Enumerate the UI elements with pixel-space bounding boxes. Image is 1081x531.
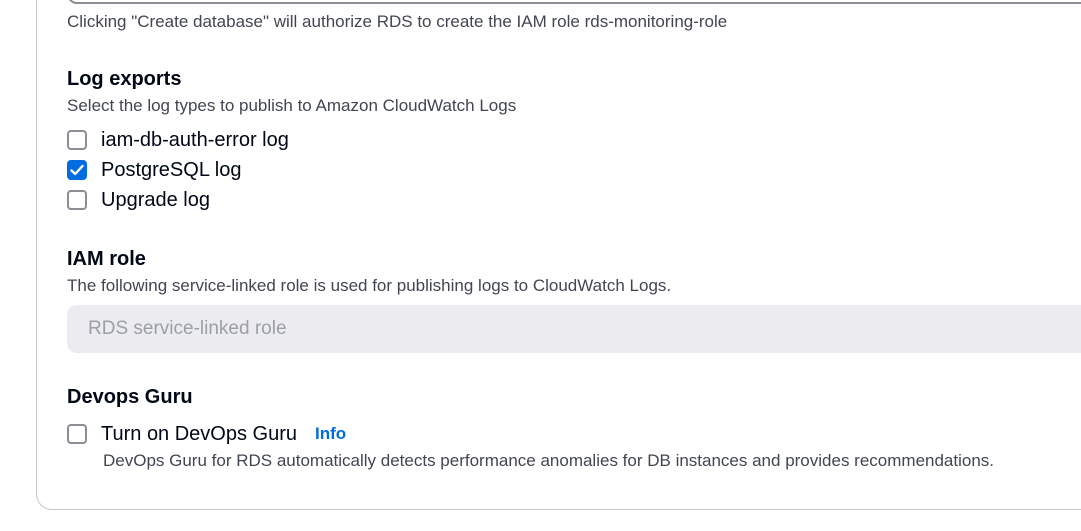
- log-option-iam-db-auth-error[interactable]: iam-db-auth-error log: [67, 128, 289, 152]
- iam-role-description: The following service-linked role is use…: [67, 276, 672, 295]
- devops-guru-description: DevOps Guru for RDS automatically detect…: [103, 451, 995, 470]
- devops-guru-title: Devops Guru: [67, 386, 193, 408]
- log-exports-description: Select the log types to publish to Amazo…: [67, 96, 517, 115]
- log-option-upgrade[interactable]: Upgrade log: [67, 188, 210, 212]
- devops-guru-option[interactable]: Turn on DevOps Guru Info: [67, 422, 346, 446]
- iam-db-auth-error-label: iam-db-auth-error log: [101, 128, 289, 151]
- postgresql-log-label: PostgreSQL log: [101, 158, 242, 181]
- previous-field-input[interactable]: [67, 0, 1081, 4]
- iam-role-placeholder: RDS service-linked role: [88, 318, 287, 339]
- check-icon: [70, 164, 84, 176]
- devops-guru-label: Turn on DevOps Guru: [101, 422, 298, 445]
- postgresql-log-checkbox[interactable]: [67, 160, 87, 180]
- iam-role-title: IAM role: [67, 248, 146, 270]
- log-option-postgresql[interactable]: PostgreSQL log: [67, 158, 241, 182]
- devops-guru-info-link[interactable]: Info: [315, 424, 346, 444]
- upgrade-log-checkbox[interactable]: [67, 190, 87, 210]
- devops-guru-checkbox[interactable]: [67, 424, 87, 444]
- log-exports-title: Log exports: [67, 68, 182, 90]
- monitoring-role-helper-text: Clicking "Create database" will authoriz…: [67, 12, 728, 31]
- iam-role-input: RDS service-linked role: [67, 305, 1081, 353]
- upgrade-log-label: Upgrade log: [101, 188, 210, 211]
- iam-db-auth-error-checkbox[interactable]: [67, 130, 87, 150]
